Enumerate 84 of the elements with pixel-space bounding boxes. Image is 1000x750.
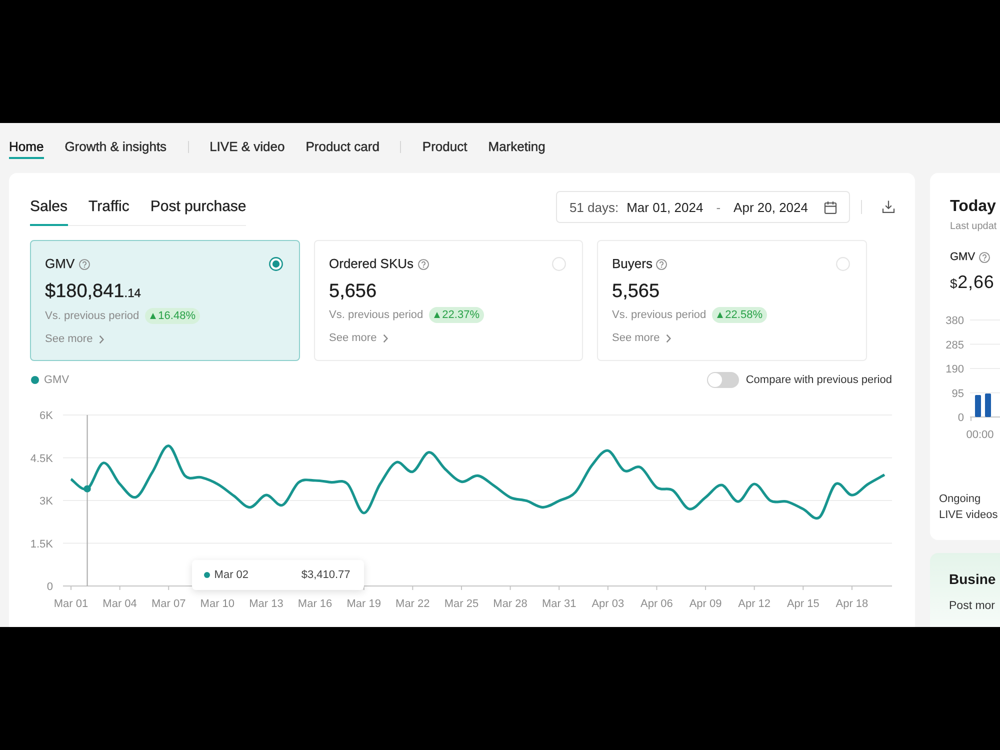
legend-label: GMV [44, 374, 70, 386]
metric-card[interactable]: Buyers 5,565 Vs. previous period 22.58% See more [597, 240, 867, 361]
y-axis-label: 95 [952, 388, 964, 400]
date-range-picker[interactable]: 51 days: Mar 01, 2024 - Apr 20, 2024 [556, 191, 850, 223]
x-axis-label: Apr 18 [836, 598, 868, 610]
date-range-label: 51 days: [569, 200, 619, 214]
y-axis-label: 285 [946, 339, 964, 352]
x-axis-label: Apr 03 [592, 598, 624, 610]
metric-value: 5,565 [612, 280, 661, 304]
x-axis-label: Apr 09 [689, 598, 722, 610]
sub-tab[interactable]: Post purchase [150, 191, 246, 226]
nav-tab[interactable]: LIVE & video [210, 123, 285, 159]
metric-title: GMV [45, 256, 75, 272]
metric-title: Buyers [612, 256, 652, 272]
download-button[interactable] [882, 200, 895, 213]
metric-value: $2,66 [950, 271, 996, 294]
x-axis-label: 00:00 [966, 429, 994, 441]
metric-title: GMV [950, 251, 976, 263]
x-axis-label: Mar 25 [444, 598, 479, 610]
nav-tab[interactable]: Product card [306, 123, 380, 159]
comparison-label: Vs. previous period [329, 308, 424, 322]
metric-title: Ordered SKUs [329, 256, 414, 272]
x-axis-label: Mar 01 [54, 598, 88, 610]
x-axis-label: Mar 04 [102, 598, 137, 610]
y-axis-label: 4.5K [30, 452, 53, 465]
toggle-switch[interactable] [706, 372, 739, 388]
change-value: 16.48% [158, 309, 196, 323]
nav-tab[interactable]: Home [9, 123, 44, 159]
see-more-link[interactable]: See more [612, 330, 671, 346]
metric-card[interactable]: GMV $180,841.14 Vs. previous period 16.48% See more [30, 240, 300, 361]
x-axis-label: Apr 12 [738, 598, 771, 610]
comparison-label: Vs. previous period [612, 308, 706, 322]
x-axis-label: Mar 19 [346, 598, 381, 610]
x-axis-label: Mar 28 [493, 598, 528, 610]
nav-tab[interactable]: Product [422, 123, 468, 159]
panel-title: Busine [949, 570, 997, 588]
change-value: 22.37% [442, 308, 480, 322]
chevron-right-icon [382, 334, 388, 342]
tooltip-date: Mar 02 [214, 569, 249, 581]
sub-tab[interactable]: Sales [30, 191, 68, 226]
data-point-marker [84, 485, 91, 492]
x-axis-label: Mar 13 [249, 598, 284, 610]
start-date: Mar 01, 2024 [626, 200, 704, 214]
sub-tab[interactable]: Traffic [88, 191, 130, 226]
end-date: Apr 20, 2024 [734, 200, 808, 214]
chevron-right-icon [98, 334, 104, 344]
metric-card[interactable]: Ordered SKUs 5,656 Vs. previous period 22.37% See more [314, 240, 583, 361]
chevron-right-icon [666, 334, 671, 342]
live-videos-label: Ongoing LIVE videos [939, 492, 999, 523]
x-axis-label: Apr 06 [640, 598, 673, 610]
nav-tab[interactable]: Marketing [488, 123, 546, 159]
y-axis-label: 190 [946, 364, 964, 376]
x-axis-label: Mar 10 [200, 598, 235, 610]
help-icon [418, 258, 429, 270]
comparison-label: Vs. previous period [45, 309, 140, 323]
panel-text: Post mor [949, 599, 996, 614]
y-axis-label: 1.5K [30, 538, 53, 550]
nav-tab[interactable]: Growth & insights [64, 123, 167, 159]
y-axis-label: 6K [40, 410, 53, 422]
x-axis [970, 416, 1000, 422]
x-axis-label: Mar 16 [298, 598, 332, 610]
y-axis-label: 3K [40, 496, 53, 508]
radio-button[interactable] [269, 257, 283, 271]
help-icon [979, 252, 990, 262]
x-axis-label: Mar 31 [542, 598, 576, 610]
y-axis-label: 0 [46, 581, 53, 593]
see-more-link[interactable]: See more [329, 330, 388, 346]
x-axis-label: Apr 15 [786, 598, 820, 610]
help-icon [656, 258, 668, 270]
metric-value: $180,841.14 [45, 280, 142, 304]
update-time-text: Last updat [950, 220, 998, 233]
date-separator: - [716, 200, 721, 214]
x-axis-label: Mar 07 [152, 598, 186, 610]
tooltip-value: $3,410.77 [301, 569, 350, 581]
calendar-icon [824, 200, 837, 214]
change-value: 22.58% [725, 308, 762, 322]
metric-value: 5,656 [329, 280, 378, 304]
y-axis-label: 0 [958, 412, 964, 424]
help-icon [78, 258, 90, 270]
y-axis-label: 380 [946, 315, 964, 327]
x-axis-label: Mar 22 [396, 598, 430, 610]
panel-title: Today [950, 197, 997, 217]
toggle-label: Compare with previous period [746, 374, 892, 386]
download-icon [882, 200, 895, 213]
